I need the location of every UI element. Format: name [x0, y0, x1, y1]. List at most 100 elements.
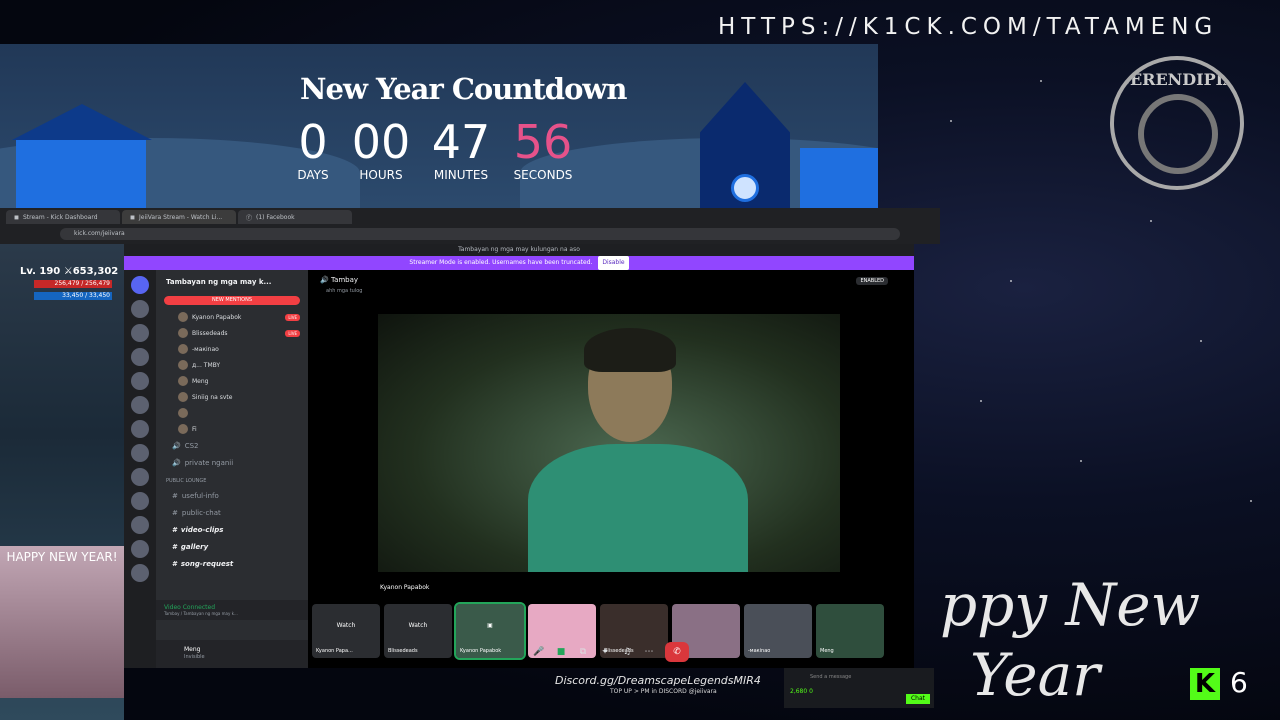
- disable-button[interactable]: Disable: [598, 256, 629, 270]
- kick-logo: K: [1190, 668, 1220, 700]
- server-icon[interactable]: [131, 492, 149, 510]
- streamer-mode-banner: Streamer Mode is enabled. Usernames have…: [124, 256, 914, 270]
- countdown-seconds: 56 SECONDS: [513, 115, 573, 182]
- kick-chat-panel: Send a message 2,680 0 Chat: [784, 668, 934, 708]
- speaker-icon: 🔊: [172, 441, 181, 450]
- speaker-icon: 🔊: [320, 276, 329, 284]
- voice-channel-cs2[interactable]: 🔊 CS2: [156, 437, 308, 454]
- chat-send-button[interactable]: Chat: [906, 694, 930, 704]
- countdown-days: 0 DAYS: [297, 115, 329, 182]
- streamer-person: [528, 328, 748, 572]
- soundboard-icon[interactable]: ♫: [621, 646, 633, 658]
- call-header: 🔊 Tambay ENABLED: [308, 270, 914, 288]
- hash-icon: #: [172, 491, 178, 500]
- call-subtitle: ahh mga tulog: [326, 288, 363, 294]
- logo-text: SERENDIPIA: [1118, 70, 1236, 89]
- webcam-overlay: [0, 546, 124, 698]
- address-bar[interactable]: kick.com/jeiivara: [60, 228, 900, 240]
- server-list: [124, 270, 156, 668]
- voice-user[interactable]: Fi: [156, 421, 308, 437]
- user-name: Meng: [184, 646, 201, 653]
- voice-user[interactable]: д... TMBY: [156, 357, 308, 373]
- topup-text: TOP UP > PM in DISCORD @jeiivara: [610, 688, 717, 695]
- chat-points: 2,680 0: [790, 688, 813, 695]
- dragon-emblem-icon: [1138, 94, 1218, 174]
- hash-icon: #: [172, 525, 177, 534]
- chat-input[interactable]: Send a message: [784, 668, 934, 680]
- countdown-minutes: 47 MINUTES: [431, 115, 491, 182]
- voice-connected-panel: Video Connected Tambay / Tambayan ng mga…: [156, 600, 308, 620]
- voice-user[interactable]: Meng: [156, 373, 308, 389]
- browser-window: ◼ Stream - Kick Dashboard ◼ JeiiVara Strea…: [0, 208, 940, 244]
- countdown-title: New Year Countdown: [300, 72, 627, 106]
- channel-song-request[interactable]: # song-request: [156, 555, 308, 572]
- level-readout: Lv. 190 ⚔653,302: [20, 266, 119, 277]
- voice-channel-private[interactable]: 🔊 private nganii: [156, 454, 308, 471]
- screen: HTTPS://K1CK.COM/TATAMENG SERENDIPIA New…: [0, 0, 1280, 720]
- enabled-badge: ENABLED: [856, 277, 888, 285]
- kick-icon: ◼: [14, 213, 19, 221]
- facebook-icon: ⓕ: [246, 214, 253, 222]
- server-icon[interactable]: [131, 468, 149, 486]
- channel-video-clips[interactable]: # video-clips: [156, 521, 308, 538]
- more-icon[interactable]: ⋯: [643, 646, 655, 658]
- speaker-icon: 🔊: [172, 458, 181, 467]
- channel-public-chat[interactable]: # public-chat: [156, 504, 308, 521]
- discord-ad-text: Discord.gg/DreamscapeLegendsMIR4: [555, 674, 761, 687]
- server-icon[interactable]: [131, 444, 149, 462]
- server-icon[interactable]: [131, 348, 149, 366]
- voice-user[interactable]: Siniig na svte: [156, 389, 308, 405]
- call-channel: Tambay: [330, 276, 359, 284]
- tab-strip: ◼ Stream - Kick Dashboard ◼ JeiiVara Strea…: [0, 208, 940, 226]
- server-icon[interactable]: [131, 540, 149, 558]
- screen-share-icon[interactable]: ⧉: [577, 646, 589, 658]
- new-mentions-pill[interactable]: NEW MENTIONS: [164, 296, 300, 305]
- kick-viewer-count: 6: [1230, 666, 1248, 699]
- server-icon[interactable]: [131, 396, 149, 414]
- server-icon[interactable]: [131, 516, 149, 534]
- voice-user[interactable]: -макіnao: [156, 341, 308, 357]
- channel-useful-info[interactable]: # useful-info: [156, 487, 308, 504]
- microphone-icon[interactable]: 🎤: [533, 646, 545, 658]
- hp-bar: 256,479 / 256,479: [34, 280, 112, 288]
- discord-window: Tambayan ng mga may kulungan na aso Stre…: [124, 244, 914, 668]
- new-year-countdown: New Year Countdown 0 DAYS 00 HOURS 47 MI…: [0, 44, 878, 208]
- tab-kick-dashboard[interactable]: ◼ Stream - Kick Dashboard: [6, 210, 120, 224]
- stream-url-banner: HTTPS://K1CK.COM/TATAMENG: [718, 14, 1219, 40]
- participant-tiles: Watch Kyanon Papa... Watch Blissedeads ▣ Ky…: [308, 578, 914, 660]
- activities-icon[interactable]: ✦: [599, 646, 611, 658]
- main-video[interactable]: [378, 314, 840, 572]
- call-controls: 🎤 ■ ⧉ ✦ ♫ ⋯ ✆: [308, 636, 914, 668]
- voice-user[interactable]: [156, 405, 308, 421]
- disconnect-button[interactable]: ✆: [665, 642, 689, 662]
- tab-jeiivara-stream[interactable]: ◼ JeiiVara Stream - Watch Li...: [122, 210, 236, 224]
- hash-icon: #: [172, 542, 177, 551]
- channel-gallery[interactable]: # gallery: [156, 538, 308, 555]
- hash-icon: #: [172, 559, 177, 568]
- camera-toggle-icon[interactable]: ■: [555, 646, 567, 658]
- video-call-area: 🔊 Tambay ENABLED ahh mga tulog Kyanon Pa…: [308, 270, 914, 668]
- clock-icon: [731, 174, 759, 202]
- server-name[interactable]: Tambayan ng mga may k...: [156, 270, 308, 292]
- server-icon[interactable]: [131, 324, 149, 342]
- user-status: Invisible: [184, 654, 205, 660]
- server-icon[interactable]: [131, 276, 149, 294]
- hash-icon: #: [172, 508, 178, 517]
- countdown-hours: 00 HOURS: [351, 115, 411, 182]
- happy-new-year-script: ppy New Year: [940, 571, 1201, 709]
- voice-user[interactable]: Blissedeads LIVE: [156, 325, 308, 341]
- channel-sidebar: Tambayan ng mga may k... NEW MENTIONS Ky…: [156, 270, 340, 668]
- voice-user[interactable]: Kyanon Papabok LIVE: [156, 309, 308, 325]
- kick-icon: ◼: [130, 213, 135, 221]
- category-public-lounge[interactable]: PUBLIC LOUNGE: [156, 475, 308, 487]
- server-icon[interactable]: [131, 564, 149, 582]
- server-icon[interactable]: [131, 420, 149, 438]
- server-icon[interactable]: [131, 300, 149, 318]
- camera-icon: ▣: [487, 622, 493, 629]
- server-icon[interactable]: [131, 372, 149, 390]
- webcam-caption: HAPPY NEW YEAR!: [6, 550, 118, 564]
- mp-bar: 33,450 / 33,450: [34, 292, 112, 300]
- tab-facebook[interactable]: ⓕ (1) Facebook: [238, 210, 352, 224]
- serendipia-logo: SERENDIPIA: [1110, 56, 1244, 190]
- window-title: Tambayan ng mga may kulungan na aso: [124, 244, 914, 256]
